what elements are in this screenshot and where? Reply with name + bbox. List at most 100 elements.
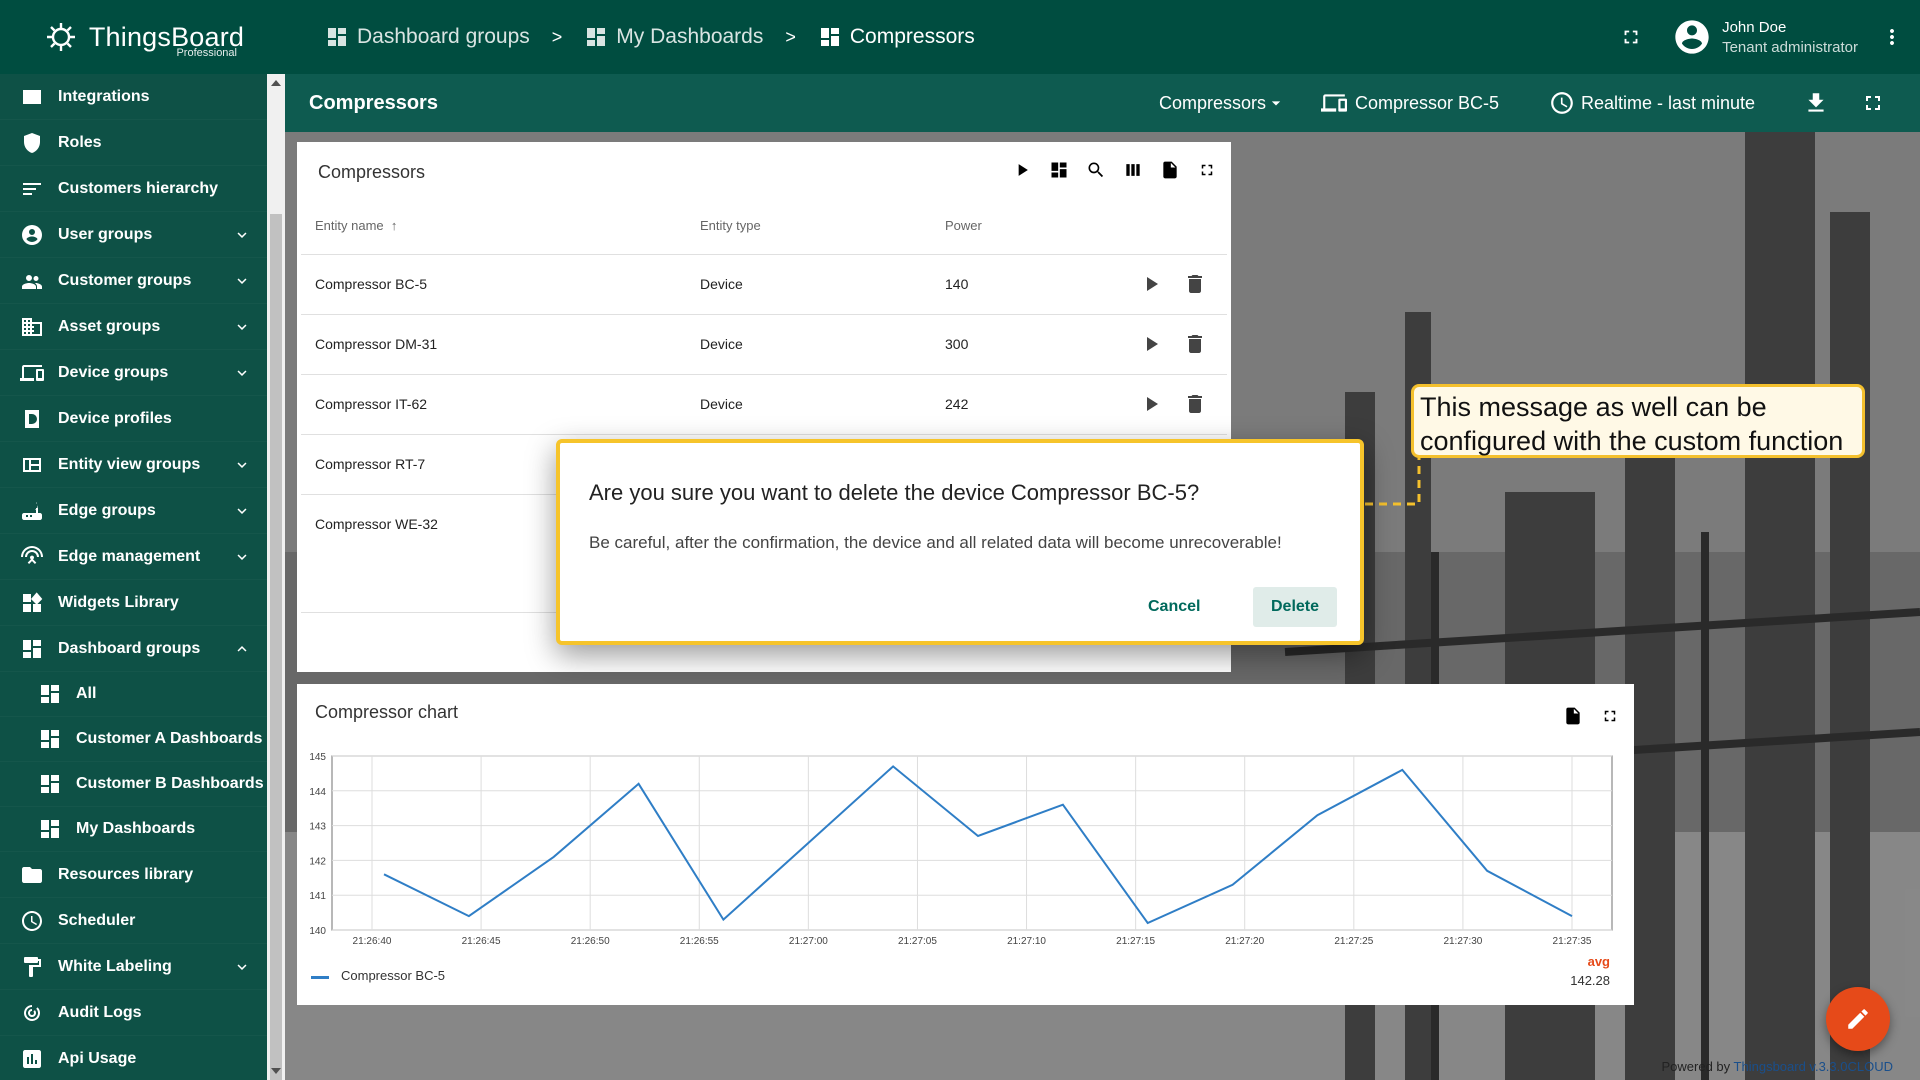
column-header-power[interactable]: Power [945,218,982,233]
delete-icon[interactable] [1183,272,1207,296]
scrollbar-thumb[interactable] [270,214,282,1080]
sidebar-item-roles[interactable]: Roles [0,120,267,166]
play-icon[interactable] [1139,272,1163,296]
sidebar-item-customer-a-dashboards[interactable]: Customer A Dashboards [0,717,267,762]
delete-icon[interactable] [1183,392,1207,416]
breadcrumb-compressors: Compressors [818,25,975,49]
sidebar-item-label: Customer A Dashboards [76,730,263,747]
sidebar-item-scheduler[interactable]: Scheduler [0,898,267,944]
devices-icon [18,359,46,387]
sidebar-item-asset-groups[interactable]: Asset groups [0,304,267,350]
sidebar-item-all[interactable]: All [0,672,267,717]
search-icon[interactable] [1084,158,1108,182]
dashboard-icon [36,725,64,753]
sidebar-item-device-groups[interactable]: Device groups [0,350,267,396]
legend-series-name[interactable]: Compressor BC-5 [341,968,445,983]
play-icon[interactable] [1010,158,1034,182]
sidebar-item-customer-groups[interactable]: Customer groups [0,258,267,304]
y-tick-label: 143 [309,822,326,833]
chevron-down-icon[interactable] [233,456,251,474]
cell-entity-name: Compressor IT-62 [315,396,428,412]
scroll-down-arrow-icon[interactable] [271,1068,281,1074]
sidebar-item-device-profiles[interactable]: Device profiles [0,396,267,442]
dashboard-icon[interactable] [1047,158,1071,182]
sidebar-item-dashboard-groups[interactable]: Dashboard groups [0,626,267,672]
x-tick-label: 21:27:15 [1116,936,1155,947]
series-line-0[interactable] [383,765,1573,925]
domain-icon [18,313,46,341]
sidebar-item-white-labeling[interactable]: White Labeling [0,944,267,990]
entity-alias-select[interactable]: Compressor BC-5 [1321,74,1499,132]
export-file-icon[interactable] [1158,158,1182,182]
fullscreen-icon[interactable] [1195,158,1219,182]
user-info[interactable]: John Doe Tenant administrator [1722,19,1858,56]
sidebar-item-label: Integrations [58,87,150,105]
chevron-up-icon[interactable] [233,640,251,658]
logo[interactable]: ThingsBoard Professional [0,0,285,74]
chevron-down-icon[interactable] [233,318,251,336]
sidebar-item-edge-groups[interactable]: Edge groups [0,488,267,534]
column-header-entity-name[interactable]: Entity name ↑ [315,218,397,233]
track-changes-icon [18,999,46,1027]
plot-frame [331,755,1613,931]
table-row[interactable]: Compressor BC-5 Device 140 [301,254,1227,314]
delete-button[interactable]: Delete [1253,587,1338,627]
timewindow-button[interactable]: Realtime - last minute [1549,74,1755,132]
sidebar-item-customer-b-dashboards[interactable]: Customer B Dashboards [0,762,267,807]
sidebar-item-my-dashboards[interactable]: My Dashboards [0,807,267,852]
delete-icon[interactable] [1183,332,1207,356]
more-vert-icon[interactable] [1880,25,1904,49]
sidebar-item-customers-hierarchy[interactable]: Customers hierarchy [0,166,267,212]
sidebar-item-api-usage[interactable]: Api Usage [0,1036,267,1080]
table-row[interactable]: Compressor IT-62 Device 242 [301,374,1227,434]
fullscreen-icon[interactable] [1861,91,1885,115]
settings-input-antenna-icon [18,543,46,571]
sidebar-item-label: Audit Logs [58,1003,142,1021]
fullscreen-icon[interactable] [1620,26,1642,48]
y-tick-label: 141 [309,891,326,902]
breadcrumb-dashboard-groups[interactable]: Dashboard groups [325,25,530,49]
chevron-down-icon[interactable] [233,364,251,382]
clock-icon [1551,92,1573,114]
sidebar-item-integrations[interactable]: Integrations [0,74,267,120]
sidebar-item-widgets-library[interactable]: Widgets Library [0,580,267,626]
powered-by-link[interactable]: Thingsboard v.3.3.0CLOUD [1734,1059,1893,1074]
chevron-down-icon[interactable] [233,502,251,520]
play-icon[interactable] [1139,332,1163,356]
powered-by-footer: Powered by Thingsboard v.3.3.0CLOUD [1661,1059,1894,1074]
dashboard-state-select[interactable]: Compressors [1159,74,1286,132]
router-icon [18,497,46,525]
dashboard-icon [820,28,839,46]
sidebar-item-audit-logs[interactable]: Audit Logs [0,990,267,1036]
sidebar-item-user-groups[interactable]: User groups [0,212,267,258]
y-tick-label: 144 [309,787,326,798]
cancel-button[interactable]: Cancel [1130,587,1218,627]
chevron-down-icon[interactable] [233,958,251,976]
sidebar-item-resources-library[interactable]: Resources library [0,852,267,898]
view-quilt-icon [18,451,46,479]
download-icon[interactable] [1803,90,1829,116]
breadcrumb-my-dashboards[interactable]: My Dashboards [584,25,763,49]
sidebar-item-label: Scheduler [58,911,136,929]
chevron-down-icon[interactable] [233,226,251,244]
table-row[interactable]: Compressor DM-31 Device 300 [301,314,1227,374]
chevron-down-icon[interactable] [233,548,251,566]
avatar[interactable] [1672,17,1712,57]
sidebar-item-entity-view-groups[interactable]: Entity view groups [0,442,267,488]
scroll-up-arrow-icon[interactable] [271,80,281,86]
columns-icon[interactable] [1121,158,1145,182]
widget-toolbar [997,158,1219,182]
column-header-entity-type[interactable]: Entity type [700,218,761,233]
play-icon[interactable] [1139,392,1163,416]
edit-dashboard-button[interactable] [1826,987,1890,1051]
sidebar-item-label: Customers hierarchy [58,179,219,197]
sidebar-scrollbar[interactable] [267,74,285,1080]
widgets-icon [18,589,46,617]
x-tick-label: 21:27:35 [1553,936,1592,947]
sidebar-item-edge-management[interactable]: Edge management [0,534,267,580]
sort-arrow-up-icon: ↑ [387,218,398,233]
supervisor-icon [18,267,46,295]
x-tick-label: 21:27:20 [1225,936,1264,947]
chevron-down-icon[interactable] [233,272,251,290]
dialog-message: Be careful, after the confirmation, the … [589,533,1282,552]
